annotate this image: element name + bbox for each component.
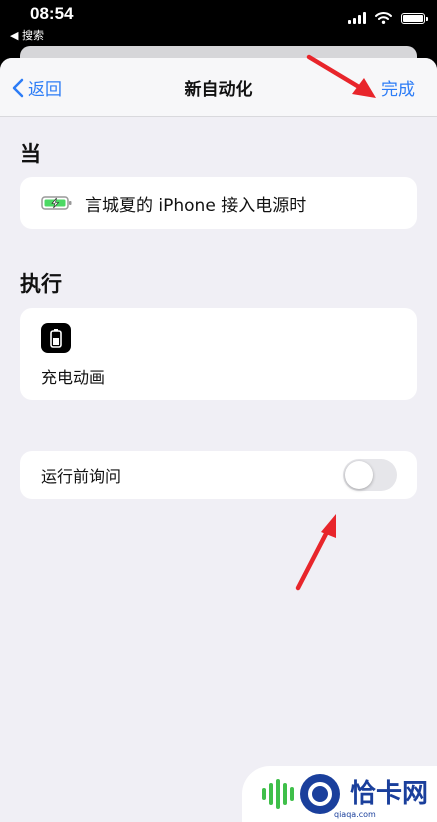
battery-charging-icon — [41, 196, 72, 210]
wifi-icon — [375, 12, 392, 24]
status-bar: 08:54 ◀ 搜索 — [0, 0, 437, 46]
status-icons — [348, 12, 428, 24]
ask-before-running-row: 运行前询问 — [20, 451, 417, 499]
back-to-app-link[interactable]: ◀ 搜索 — [10, 27, 44, 43]
when-section-header: 当 — [20, 142, 41, 166]
trigger-text: 言城夏的 iPhone 接入电源时 — [85, 195, 307, 216]
watermark-circle-icon — [300, 774, 340, 814]
watermark-bars-icon — [262, 779, 294, 809]
watermark-logo: 恰卡网 qiaqa.com — [242, 766, 437, 822]
action-label: 充电动画 — [41, 368, 106, 387]
watermark-text: 恰卡网 — [350, 779, 429, 809]
toggle-knob — [345, 461, 373, 489]
battery-shortcut-icon — [41, 323, 71, 353]
ask-before-running-toggle[interactable] — [343, 459, 397, 491]
annotation-arrow-toggle — [295, 514, 336, 591]
done-button[interactable]: 完成 — [381, 75, 415, 100]
cellular-signal-icon — [348, 12, 366, 24]
action-card[interactable]: 充电动画 — [20, 308, 417, 400]
annotation-arrow-done — [306, 54, 376, 98]
automation-sheet: 返回 新自动化 完成 当 言城夏的 iPhone 接入电源时 执行 充电动画 运… — [0, 58, 437, 822]
trigger-card[interactable]: 言城夏的 iPhone 接入电源时 — [20, 177, 417, 229]
ask-before-running-label: 运行前询问 — [41, 467, 122, 486]
status-time: 08:54 — [30, 4, 74, 23]
battery-icon — [401, 12, 428, 24]
watermark-domain: qiaqa.com — [334, 810, 376, 819]
do-section-header: 执行 — [20, 272, 62, 296]
